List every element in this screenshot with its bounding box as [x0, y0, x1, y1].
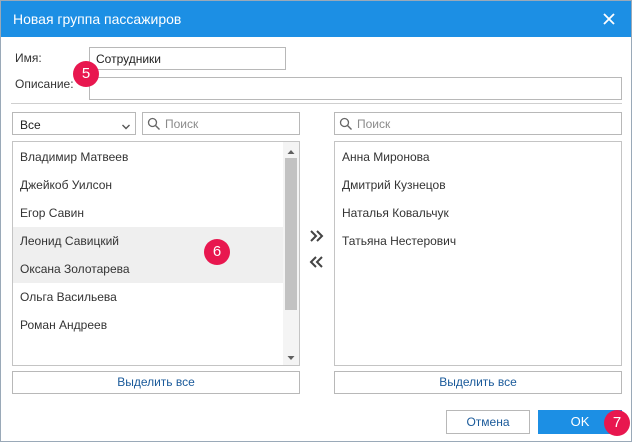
list-item[interactable]: Роман Андреев — [13, 311, 283, 339]
move-left-icon[interactable] — [307, 252, 327, 272]
annotation-badge: 7 — [604, 410, 630, 436]
form-divider — [11, 103, 622, 104]
scroll-up-arrow-icon[interactable] — [286, 146, 296, 156]
right-search-input[interactable] — [357, 115, 607, 132]
right-search[interactable] — [334, 112, 622, 135]
cancel-button[interactable]: Отмена — [446, 410, 530, 434]
dialog-titlebar: Новая группа пассажиров — [1, 1, 631, 37]
scroll-down-arrow-icon[interactable] — [286, 352, 296, 362]
search-icon — [147, 117, 161, 134]
list-scrollbar[interactable] — [283, 142, 299, 365]
name-field[interactable] — [89, 47, 286, 70]
list-item[interactable]: Наталья Ковальчук — [335, 199, 621, 227]
list-item[interactable]: Оксана Золотарева — [13, 255, 283, 283]
list-item[interactable]: Анна Миронова — [335, 143, 621, 171]
left-search[interactable] — [142, 112, 300, 135]
list-item[interactable]: Леонид Савицкий — [13, 227, 283, 255]
list-item[interactable]: Дмитрий Кузнецов — [335, 171, 621, 199]
close-icon[interactable] — [599, 9, 619, 29]
chevron-down-icon — [121, 120, 131, 134]
right-select-all-button[interactable]: Выделить все — [334, 371, 622, 394]
scrollbar-thumb[interactable] — [285, 158, 297, 310]
group-filter-value: Все — [20, 118, 41, 132]
search-icon — [339, 117, 353, 134]
move-right-icon[interactable] — [307, 226, 327, 246]
dialog-title: Новая группа пассажиров — [13, 11, 182, 27]
new-passenger-group-dialog: Новая группа пассажиров Имя: Описание: В… — [0, 0, 632, 442]
annotation-badge: 5 — [73, 61, 99, 87]
left-search-input[interactable] — [165, 115, 295, 132]
list-item[interactable]: Ольга Васильева — [13, 283, 283, 311]
list-item[interactable]: Джейкоб Уилсон — [13, 171, 283, 199]
list-item[interactable]: Егор Савин — [13, 199, 283, 227]
group-members-list[interactable]: Анна Миронова Дмитрий Кузнецов Наталья К… — [334, 141, 622, 366]
description-label: Описание: — [15, 77, 74, 91]
name-label: Имя: — [15, 51, 42, 65]
description-field[interactable] — [89, 77, 622, 100]
left-select-all-button[interactable]: Выделить все — [12, 371, 300, 394]
list-item[interactable]: Татьяна Нестерович — [335, 227, 621, 255]
available-passengers-list[interactable]: Владимир Матвеев Джейкоб Уилсон Егор Сав… — [12, 141, 300, 366]
annotation-badge: 6 — [204, 239, 230, 265]
list-item[interactable]: Владимир Матвеев — [13, 143, 283, 171]
group-filter-select[interactable]: Все — [12, 112, 136, 135]
